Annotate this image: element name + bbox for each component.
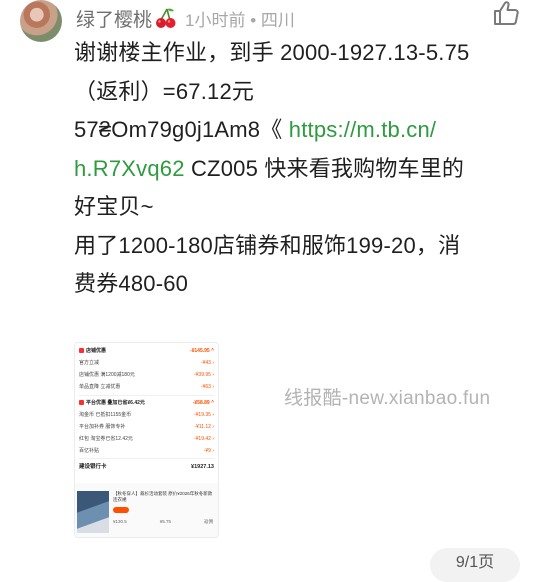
attached-screenshot[interactable]: 店铺优惠 -¥145.95 ^ 官方立减 -¥43 › 店铺优惠 满1200减1… [74,342,219,538]
share-text: CZ005 快来看我购物车里的 [184,155,465,181]
product-title: 【秋冬穿人】裁衫活动套装 原价¥2026年秋冬新款连衣裙 [113,491,213,502]
discount-value: -¥11.12 › [194,424,214,430]
discount-label: 红包 淘宝券已省12.42元 [79,436,133,442]
avatar[interactable] [20,0,62,42]
taobao-link[interactable]: https://m.tb.cn/ [289,117,436,142]
discount-value: -¥19.35 › [193,412,214,418]
discount-row: 平台加补券 服饰专补 -¥11.12 › [79,422,214,432]
discount-value: -¥39.95 › [193,372,214,378]
discount-label: 官方立减 [79,360,100,366]
product-tag [113,507,129,513]
discount-row: 单品直降 立减优惠 -¥63 › [79,382,214,392]
comment-line: 好宝贝~ [74,194,154,219]
time-location: 1小时前 • 四川 [185,6,295,31]
username[interactable]: 绿了樱桃 [76,5,152,32]
discount-label: 平台加补券 服饰专补 [79,424,126,430]
discount-row: 红包 淘宝券已省12.42元 -¥19.42 › [79,434,214,444]
page-indicator[interactable]: 9/1页 [430,548,520,582]
discount-row: 店铺优惠 满1200减180元 -¥39.95 › [79,370,214,380]
discount-label: 单品直降 立减优惠 [79,384,121,390]
divider [79,458,214,459]
comment-line: 57₴Om79g0j1Am8《 https://m.tb.cn/ [74,111,514,150]
taobao-link-continued[interactable]: h.R7Xvq62 [74,156,185,181]
discount-row: 官方立减 -¥43 › [79,358,214,368]
post-location: 四川 [260,11,295,30]
product-thumbnail [77,491,109,533]
product-rebate: 返佣 [204,519,213,524]
bank-payment-row: 建设银行卡 ¥1927.13 [79,461,214,473]
platform-discount-header: 平台优惠 叠加已省¥6.42元 -¥58.89 ^ [79,398,214,408]
comment-body: 谢谢楼主作业，到手 2000-1927.13-5.75 （返利）=67.12元 … [74,34,514,304]
comment-line: 用了1200-180店铺券和服饰199-20，消 [74,232,461,258]
comment-line: （返利）=67.12元 [74,78,255,104]
comment-line: 谢谢楼主作业，到手 2000-1927.13-5.75 [74,40,470,65]
thumb-up-icon[interactable] [492,0,520,26]
discount-value: -¥43 › [200,360,214,366]
store-discount-header: 店铺优惠 -¥145.95 ^ [79,346,214,356]
product-discount: ¥5.75 [159,519,172,524]
comment-line: 费券480-60 [74,271,189,296]
discount-value: -¥19.42 › [193,436,214,442]
comment-line: h.R7Xvq62 CZ005 快来看我购物车里的 [74,150,514,189]
product-price: ¥130.5 [113,519,127,524]
post-time: 1小时前 [185,11,246,30]
platform-total: -¥58.89 ^ [192,400,214,406]
discount-row: 淘金币 已抵扣1155金币 -¥19.35 › [79,410,214,420]
cherry-emoji-icon [155,7,177,29]
discount-label: 百亿补贴 [79,448,100,454]
divider [79,395,214,396]
store-total: -¥145.95 ^ [189,348,214,354]
discount-value: -¥63 › [200,384,214,390]
store-section-title: 店铺优惠 [86,348,107,354]
product-prices: ¥130.5 ¥5.75 返佣 [113,519,213,525]
comment-meta: 绿了樱桃 1小时前 • 四川 [76,4,295,32]
discount-label: 店铺优惠 满1200减180元 [79,372,135,378]
bank-label: 建设银行卡 [79,464,107,470]
platform-section-title: 平台优惠 叠加已省¥6.42元 [86,400,145,406]
discount-row: 百亿补贴 -¥9 › [79,446,214,456]
discount-value: -¥9 › [203,448,214,454]
share-code: 57₴Om79g0j1Am8《 [74,117,289,142]
discount-label: 淘金币 已抵扣1155金币 [79,412,132,418]
bank-total: ¥1927.13 [191,464,214,470]
meta-separator: • [250,11,257,30]
watermark: 线报酷-new.xianbao.fun [284,388,491,409]
